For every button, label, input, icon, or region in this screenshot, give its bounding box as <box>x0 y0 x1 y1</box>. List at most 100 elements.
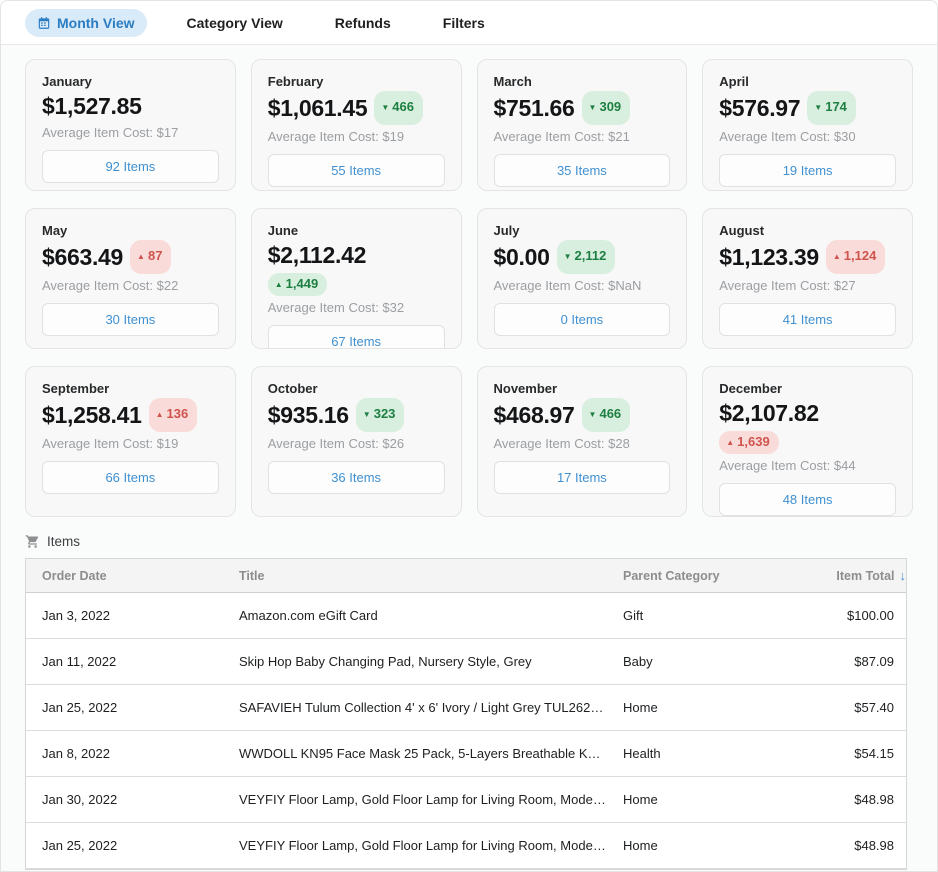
item-total-cell: $100.00 <box>788 593 906 638</box>
month-name: February <box>268 74 445 89</box>
tab-filters[interactable]: Filters <box>431 9 497 37</box>
month-total: $2,107.82 <box>719 398 819 428</box>
month-total: $1,061.45 <box>268 93 368 123</box>
sort-descending-icon: ↓ <box>900 568 907 583</box>
table-row[interactable]: Jan 11, 2022 Skip Hop Baby Changing Pad,… <box>26 639 906 685</box>
month-items-button[interactable]: 67 Items <box>268 325 445 349</box>
month-card-august: August $1,123.39▲1,124 Average Item Cost… <box>702 208 913 349</box>
trend-arrow-icon: ▲ <box>726 438 734 447</box>
month-name: March <box>494 74 671 89</box>
order-date-cell: Jan 30, 2022 <box>26 777 239 822</box>
month-items-button[interactable]: 55 Items <box>268 154 445 187</box>
month-name: January <box>42 74 219 89</box>
month-items-button[interactable]: 41 Items <box>719 303 896 336</box>
title-cell: SAFAVIEH Tulum Collection 4' x 6' Ivory … <box>239 685 623 730</box>
month-total: $0.00 <box>494 242 550 272</box>
trend-arrow-icon: ▼ <box>363 410 371 419</box>
category-cell: Gift <box>623 593 788 638</box>
month-items-button[interactable]: 35 Items <box>494 154 671 187</box>
item-total-cell: $54.15 <box>788 731 906 776</box>
col-header-parent-category[interactable]: Parent Category <box>623 560 788 592</box>
order-date-cell: Jan 25, 2022 <box>26 823 239 868</box>
order-date-cell: Jan 11, 2022 <box>26 639 239 684</box>
month-items-button[interactable]: 30 Items <box>42 303 219 336</box>
month-card-september: September $1,258.41▲136 Average Item Cos… <box>25 366 236 517</box>
month-card-march: March $751.66▼309 Average Item Cost: $21… <box>477 59 688 191</box>
table-row[interactable]: Jan 25, 2022 SAFAVIEH Tulum Collection 4… <box>26 685 906 731</box>
items-table-body: Jan 3, 2022 Amazon.com eGift Card Gift $… <box>26 593 906 869</box>
change-badge: ▼466 <box>582 398 631 432</box>
item-total-cell: $87.09 <box>788 639 906 684</box>
change-badge: ▼466 <box>374 91 423 125</box>
month-total: $2,112.42 <box>268 240 366 270</box>
col-header-title[interactable]: Title <box>239 560 623 592</box>
trend-arrow-icon: ▼ <box>589 103 597 112</box>
table-row[interactable]: Jan 30, 2022 VEYFIY Floor Lamp, Gold Flo… <box>26 777 906 823</box>
month-card-december: December $2,107.82▲1,639 Average Item Co… <box>702 366 913 517</box>
category-cell: Home <box>623 777 788 822</box>
month-items-button[interactable]: 66 Items <box>42 461 219 494</box>
average-item-cost: Average Item Cost: $22 <box>42 278 219 293</box>
table-row[interactable]: Jan 8, 2022 WWDOLL KN95 Face Mask 25 Pac… <box>26 731 906 777</box>
average-item-cost: Average Item Cost: $26 <box>268 436 445 451</box>
month-total: $468.97 <box>494 400 575 430</box>
month-items-button[interactable]: 36 Items <box>268 461 445 494</box>
month-name: June <box>268 223 445 238</box>
month-card-april: April $576.97▼174 Average Item Cost: $30… <box>702 59 913 191</box>
trend-arrow-icon: ▼ <box>564 252 572 261</box>
month-items-button[interactable]: 92 Items <box>42 150 219 183</box>
change-badge: ▼174 <box>807 91 856 125</box>
month-items-button[interactable]: 19 Items <box>719 154 896 187</box>
category-cell: Baby <box>623 639 788 684</box>
month-total: $663.49 <box>42 242 123 272</box>
table-row[interactable]: Jan 25, 2022 VEYFIY Floor Lamp, Gold Flo… <box>26 823 906 869</box>
average-item-cost: Average Item Cost: $17 <box>42 125 219 140</box>
title-cell: Amazon.com eGift Card <box>239 593 623 638</box>
col-header-item-total[interactable]: Item Total↓ <box>788 559 906 592</box>
month-name: November <box>494 381 671 396</box>
average-item-cost: Average Item Cost: $28 <box>494 436 671 451</box>
month-name: April <box>719 74 896 89</box>
category-cell: Health <box>623 731 788 776</box>
items-section-title: Items <box>47 534 80 549</box>
month-total: $751.66 <box>494 93 575 123</box>
trend-arrow-icon: ▲ <box>833 252 841 261</box>
month-items-button[interactable]: 48 Items <box>719 483 896 516</box>
category-cell: Home <box>623 685 788 730</box>
shopping-cart-icon <box>25 534 40 549</box>
month-card-january: January $1,527.85 Average Item Cost: $17… <box>25 59 236 191</box>
month-total: $1,123.39 <box>719 242 819 272</box>
tab-month-view[interactable]: Month View <box>25 9 147 37</box>
average-item-cost: Average Item Cost: $32 <box>268 300 445 315</box>
trend-arrow-icon: ▲ <box>275 280 283 289</box>
trend-arrow-icon: ▼ <box>381 103 389 112</box>
month-items-button[interactable]: 0 Items <box>494 303 671 336</box>
tab-category-view[interactable]: Category View <box>175 9 295 37</box>
items-section-header: Items <box>25 534 913 549</box>
col-header-order-date[interactable]: Order Date <box>26 560 239 592</box>
trend-arrow-icon: ▲ <box>137 252 145 261</box>
app-window: Month View Category View Refunds Filters… <box>0 0 938 872</box>
trend-arrow-icon: ▲ <box>156 410 164 419</box>
tab-label: Month View <box>57 15 135 31</box>
table-row[interactable]: Jan 3, 2022 Amazon.com eGift Card Gift $… <box>26 593 906 639</box>
change-badge: ▲1,639 <box>719 431 778 454</box>
item-total-cell: $48.98 <box>788 777 906 822</box>
items-table: Order Date Title Parent Category Item To… <box>25 558 907 870</box>
month-card-june: June $2,112.42▲1,449 Average Item Cost: … <box>251 208 462 349</box>
average-item-cost: Average Item Cost: $19 <box>268 129 445 144</box>
average-item-cost: Average Item Cost: $44 <box>719 458 896 473</box>
item-total-cell: $57.40 <box>788 685 906 730</box>
month-card-may: May $663.49▲87 Average Item Cost: $22 30… <box>25 208 236 349</box>
change-badge: ▼323 <box>356 398 405 432</box>
average-item-cost: Average Item Cost: $19 <box>42 436 219 451</box>
tab-refunds[interactable]: Refunds <box>323 9 403 37</box>
order-date-cell: Jan 8, 2022 <box>26 731 239 776</box>
month-total: $576.97 <box>719 93 800 123</box>
month-card-october: October $935.16▼323 Average Item Cost: $… <box>251 366 462 517</box>
tab-label: Refunds <box>335 15 391 31</box>
month-items-button[interactable]: 17 Items <box>494 461 671 494</box>
tab-label: Category View <box>187 15 283 31</box>
month-card-july: July $0.00▼2,112 Average Item Cost: $NaN… <box>477 208 688 349</box>
month-name: October <box>268 381 445 396</box>
